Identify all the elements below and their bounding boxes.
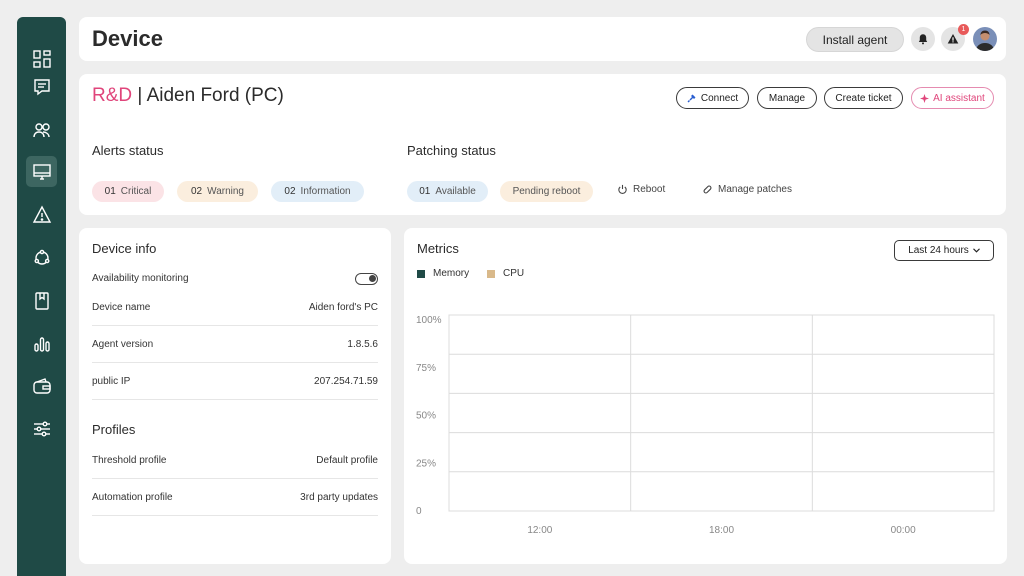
users-icon [32, 122, 50, 137]
profile-row-value: 3rd party updates [300, 491, 378, 503]
manage-button[interactable]: Manage [757, 87, 817, 109]
chart-x-tick-label: 00:00 [891, 525, 916, 536]
nav-reports[interactable] [26, 328, 57, 359]
critical-alerts-pill[interactable]: 01 Critical [92, 181, 164, 202]
profiles-title: Profiles [92, 422, 136, 437]
chart-y-tick-label: 75% [416, 363, 436, 374]
availability-toggle[interactable] [355, 272, 378, 285]
department-label: R&D [92, 85, 133, 106]
warning-alerts-pill[interactable]: 02 Warning [177, 181, 258, 202]
info-row-label: public IP [92, 375, 131, 387]
device-info-card: Device info Availability monitoring Devi… [79, 228, 391, 564]
device-summary-card: R&D | Aiden Ford (PC) Connect Manage Cre… [79, 74, 1006, 215]
chart-x-tick-label: 18:00 [709, 525, 734, 536]
available-patches-pill[interactable]: 01 Available [407, 181, 488, 202]
critical-label: Critical [120, 186, 152, 197]
reboot-label: Reboot [633, 184, 666, 195]
patch-icon [703, 185, 712, 194]
ai-assistant-label: AI assistant [933, 92, 985, 104]
nav-network[interactable] [26, 242, 57, 273]
chart-plot-frame [448, 314, 995, 512]
warning-label: Warning [207, 186, 244, 197]
profile-row-threshold: Threshold profile Default profile [92, 442, 378, 479]
device-title: Aiden Ford (PC) [146, 85, 284, 106]
nav-devices[interactable] [26, 156, 57, 187]
power-icon [618, 184, 627, 195]
critical-count: 01 [104, 186, 116, 197]
alerts-status-label: Alerts status [92, 143, 164, 158]
available-count: 01 [419, 186, 431, 197]
available-label: Available [435, 186, 476, 197]
nav-settings[interactable] [26, 413, 57, 444]
sliders-icon [33, 421, 50, 436]
chat-icon [33, 78, 50, 95]
device-info-title: Device info [92, 241, 157, 256]
monitor-icon [32, 163, 51, 180]
sidebar [17, 17, 66, 576]
create-ticket-button[interactable]: Create ticket [824, 87, 903, 109]
info-row-value: 1.8.5.6 [347, 338, 378, 350]
info-row-public-ip: public IP 207.254.71.59 [92, 363, 378, 400]
alert-count-badge: 1 [958, 24, 969, 35]
profile-row-label: Automation profile [92, 491, 173, 503]
info-row-agent-version: Agent version 1.8.5.6 [92, 326, 378, 363]
information-label: Information [300, 186, 351, 197]
install-agent-button[interactable]: Install agent [806, 27, 904, 52]
plug-icon [687, 94, 696, 103]
warning-count: 02 [191, 186, 203, 197]
chart-x-tick-label: 12:00 [527, 525, 552, 536]
page-title: Device [92, 26, 163, 51]
bell-icon [918, 34, 928, 45]
profile-row-value: Default profile [316, 454, 378, 466]
info-row-value: 207.254.71.59 [314, 375, 378, 387]
info-row-label: Device name [92, 301, 151, 313]
wallet-icon [32, 377, 51, 394]
info-row-value: Aiden ford's PC [308, 301, 378, 313]
dashboard-icon [32, 49, 51, 68]
network-icon [34, 249, 49, 265]
notifications-button[interactable] [911, 27, 935, 51]
info-row-label: Agent version [92, 338, 154, 350]
nav-alerts[interactable] [26, 199, 57, 230]
bar-chart-icon [33, 336, 50, 352]
heading-separator: | [132, 85, 147, 106]
chart-y-tick-label: 100% [416, 315, 442, 326]
information-count: 02 [284, 186, 296, 197]
nav-messages[interactable] [26, 71, 57, 102]
pending-reboot-label: Pending reboot [512, 186, 581, 197]
profile-row-automation: Automation profile 3rd party updates [92, 479, 378, 516]
warning-icon [947, 34, 959, 44]
alert-icon [32, 205, 51, 223]
connect-label: Connect [700, 92, 739, 104]
availability-label: Availability monitoring [92, 273, 189, 284]
user-avatar[interactable] [973, 27, 997, 51]
chart-y-tick-label: 50% [416, 411, 436, 422]
ai-assistant-button[interactable]: AI assistant [911, 87, 994, 109]
manage-patches-button[interactable]: Manage patches [702, 184, 792, 195]
information-alerts-pill[interactable]: 02 Information [271, 181, 364, 202]
nav-users[interactable] [26, 114, 57, 145]
info-row-device-name: Device name Aiden ford's PC [92, 289, 378, 326]
profile-row-label: Threshold profile [92, 454, 167, 466]
reboot-button[interactable]: Reboot [617, 184, 665, 195]
book-icon [34, 291, 49, 310]
nav-dashboard[interactable] [26, 43, 57, 74]
header-bar: Device Install agent 1 [79, 17, 1006, 61]
chart-y-tick-label: 0 [416, 506, 422, 517]
metrics-chart: 100% 75% 50% 25% 0 12:00 18:00 00:00 [416, 314, 995, 536]
pending-reboot-pill[interactable]: Pending reboot [500, 181, 593, 202]
nav-billing[interactable] [26, 370, 57, 401]
nav-knowledge[interactable] [26, 285, 57, 316]
patching-status-label: Patching status [407, 143, 496, 158]
sparkle-icon [920, 93, 930, 103]
chart-y-tick-label: 25% [416, 458, 436, 469]
create-ticket-label: Create ticket [835, 92, 892, 104]
device-heading: R&D | Aiden Ford (PC) [92, 85, 284, 107]
manage-patches-label: Manage patches [718, 184, 792, 195]
manage-label: Manage [768, 92, 806, 104]
connect-button[interactable]: Connect [676, 87, 749, 109]
metrics-card: Metrics Last 24 hours Memory CPU 100% 75%… [404, 228, 1007, 564]
